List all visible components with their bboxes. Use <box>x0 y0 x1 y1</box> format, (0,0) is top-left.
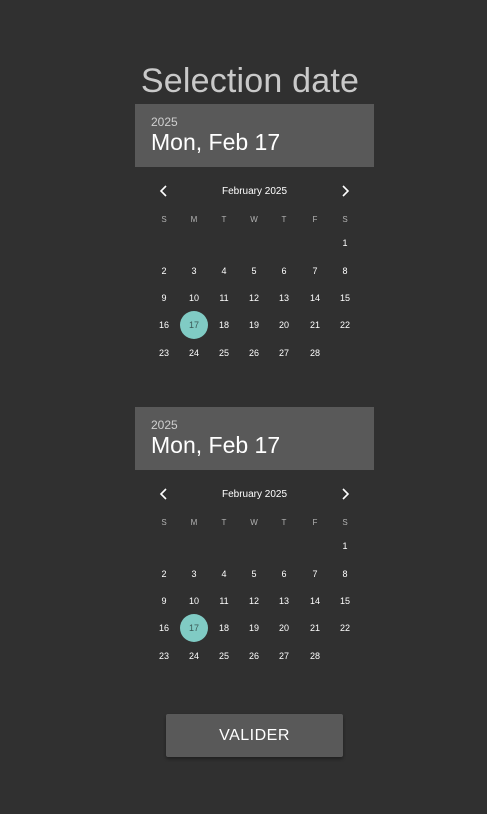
date-picker-1: 2025 Mon, Feb 17 February 2025 S M T W T… <box>135 104 374 367</box>
header-year[interactable]: 2025 <box>151 115 178 129</box>
calendar-day[interactable]: 27 <box>270 642 298 670</box>
calendar-day[interactable]: 22 <box>331 311 359 339</box>
calendar-day[interactable]: 14 <box>301 284 329 312</box>
calendar-day[interactable]: 28 <box>301 339 329 367</box>
picker-header: 2025 Mon, Feb 17 <box>135 104 374 167</box>
calendar-day[interactable]: 12 <box>240 284 268 312</box>
calendar-day[interactable]: 25 <box>210 642 238 670</box>
calendar-day[interactable]: 15 <box>331 587 359 615</box>
calendar-day[interactable]: 6 <box>270 257 298 285</box>
date-picker-2: 2025 Mon, Feb 17 February 2025 S M T W T… <box>135 407 374 670</box>
weekday-label: M <box>190 215 198 224</box>
calendar-day[interactable]: 3 <box>180 560 208 588</box>
weekday-label: F <box>312 215 318 224</box>
calendar-day[interactable]: 10 <box>180 587 208 615</box>
weekday-label: W <box>250 215 258 224</box>
weekday-label: S <box>161 215 167 224</box>
calendar-day[interactable]: 26 <box>240 339 268 367</box>
validate-button[interactable]: VALIDER <box>166 714 343 757</box>
calendar-day[interactable]: 3 <box>180 257 208 285</box>
calendar-day[interactable]: 21 <box>301 311 329 339</box>
month-navigation: February 2025 <box>135 470 374 518</box>
header-year[interactable]: 2025 <box>151 418 178 432</box>
selected-day[interactable]: 17 <box>180 614 208 642</box>
calendar-day[interactable]: 10 <box>180 284 208 312</box>
calendar-day[interactable]: 7 <box>301 560 329 588</box>
calendar-day[interactable]: 1 <box>331 532 359 560</box>
calendar-day[interactable]: 16 <box>150 614 178 642</box>
calendar-day[interactable]: 11 <box>210 284 238 312</box>
weekday-label: T <box>221 518 227 527</box>
calendar-day[interactable]: 4 <box>210 257 238 285</box>
calendar-day[interactable]: 18 <box>210 614 238 642</box>
calendar-day[interactable]: 23 <box>150 339 178 367</box>
weekday-header: S M T W T F S <box>135 518 374 532</box>
calendar-day[interactable]: 13 <box>270 587 298 615</box>
calendar-day[interactable]: 15 <box>331 284 359 312</box>
calendar-day[interactable]: 2 <box>150 560 178 588</box>
calendar-day[interactable]: 26 <box>240 642 268 670</box>
calendar-day[interactable]: 19 <box>240 614 268 642</box>
header-selected-date[interactable]: Mon, Feb 17 <box>151 129 280 156</box>
calendar-day[interactable]: 27 <box>270 339 298 367</box>
calendar-day[interactable]: 24 <box>180 339 208 367</box>
page-title: Selection date <box>140 62 360 100</box>
weekday-label: W <box>250 518 258 527</box>
day-grid: 1 2 3 4 5 6 7 8 9 10 11 12 13 14 15 16 17 18 19 20 21 22 23 24 2… <box>135 532 374 670</box>
weekday-label: T <box>281 518 287 527</box>
calendar-day[interactable]: 9 <box>150 284 178 312</box>
weekday-label: T <box>281 215 287 224</box>
weekday-label: M <box>190 518 198 527</box>
calendar-day[interactable]: 20 <box>270 311 298 339</box>
calendar-day[interactable]: 14 <box>301 587 329 615</box>
weekday-label: S <box>161 518 167 527</box>
calendar-day[interactable]: 28 <box>301 642 329 670</box>
weekday-label: S <box>342 518 348 527</box>
calendar-day[interactable]: 18 <box>210 311 238 339</box>
selected-day[interactable]: 17 <box>180 311 208 339</box>
calendar-day[interactable]: 21 <box>301 614 329 642</box>
calendar-day[interactable]: 19 <box>240 311 268 339</box>
calendar-day[interactable]: 8 <box>331 560 359 588</box>
calendar-day[interactable]: 6 <box>270 560 298 588</box>
chevron-right-icon[interactable] <box>335 484 355 504</box>
calendar-day[interactable]: 1 <box>331 229 359 257</box>
calendar-day[interactable]: 9 <box>150 587 178 615</box>
calendar-day[interactable]: 25 <box>210 339 238 367</box>
calendar-day[interactable]: 7 <box>301 257 329 285</box>
calendar-day[interactable]: 12 <box>240 587 268 615</box>
weekday-label: S <box>342 215 348 224</box>
calendar-day[interactable]: 8 <box>331 257 359 285</box>
calendar-day[interactable]: 23 <box>150 642 178 670</box>
calendar-day[interactable]: 2 <box>150 257 178 285</box>
weekday-label: T <box>221 215 227 224</box>
calendar-day[interactable]: 20 <box>270 614 298 642</box>
calendar-day[interactable]: 13 <box>270 284 298 312</box>
month-navigation: February 2025 <box>135 167 374 215</box>
calendar-day[interactable]: 5 <box>240 560 268 588</box>
weekday-label: F <box>312 518 318 527</box>
header-selected-date[interactable]: Mon, Feb 17 <box>151 432 280 459</box>
calendar-day[interactable]: 16 <box>150 311 178 339</box>
chevron-right-icon[interactable] <box>335 181 355 201</box>
weekday-header: S M T W T F S <box>135 215 374 229</box>
calendar-day[interactable]: 4 <box>210 560 238 588</box>
day-grid: 1 2 3 4 5 6 7 8 9 10 11 12 13 14 15 16 17 18 19 20 21 22 23 24 2… <box>135 229 374 367</box>
calendar-day[interactable]: 24 <box>180 642 208 670</box>
calendar-day[interactable]: 5 <box>240 257 268 285</box>
calendar-day[interactable]: 11 <box>210 587 238 615</box>
picker-header: 2025 Mon, Feb 17 <box>135 407 374 470</box>
calendar-day[interactable]: 22 <box>331 614 359 642</box>
